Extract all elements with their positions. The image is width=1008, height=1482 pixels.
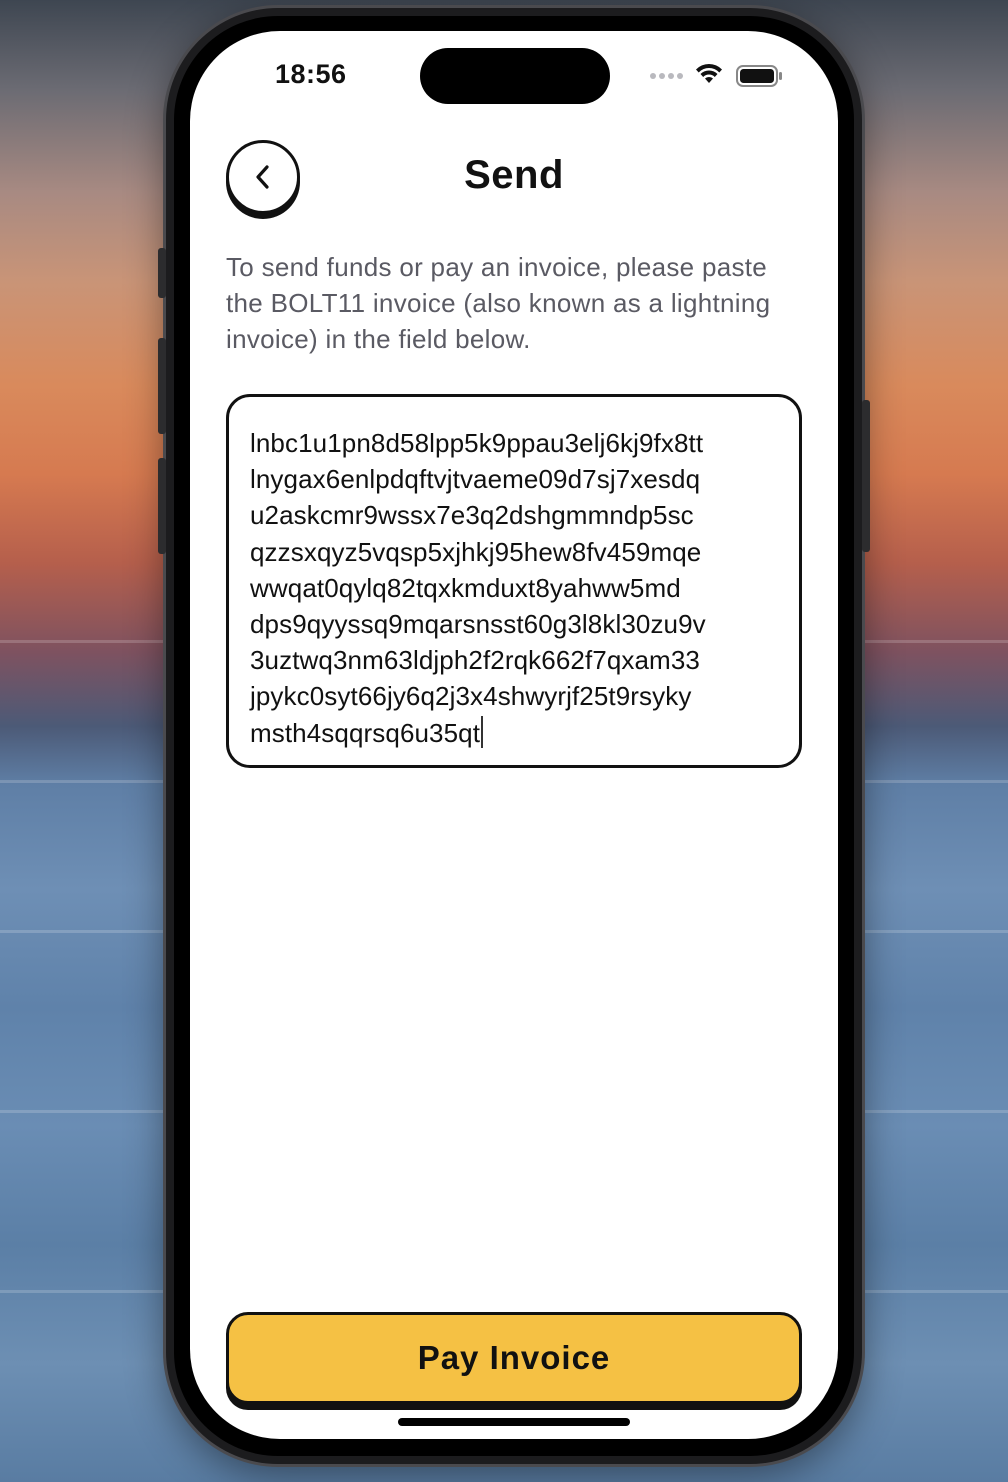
invoice-line: qzzsxqyz5vqsp5xjhkj95hew8fv459mqe — [250, 536, 702, 567]
invoice-line: dps9qyyssq9mqarsnsst60g3l8kl30zu9v — [250, 609, 706, 640]
volume-up-button — [158, 338, 166, 434]
status-time: 18:56 — [275, 59, 347, 89]
battery-icon — [736, 65, 782, 87]
invoice-input[interactable]: lnbc1u1pn8d58lpp5k9ppau3elj6kj9fx8tt lny… — [226, 394, 802, 768]
invoice-line: lnygax6enlpdqftvjtvaeme09d7sj7xesdq — [250, 464, 701, 495]
text-caret — [481, 715, 484, 748]
pay-invoice-button[interactable]: Pay Invoice — [226, 1312, 802, 1404]
invoice-line: lnbc1u1pn8d58lpp5k9ppau3elj6kj9fx8tt — [250, 428, 704, 458]
instructions-text: To send funds or pay an invoice, please … — [226, 252, 771, 354]
invoice-line: msth4sqqrsq6u35qt — [250, 717, 481, 748]
dynamic-island — [420, 48, 610, 104]
invoice-line: 3uztwq3nm63ldjph2f2rqk662f7qxam33 — [250, 645, 700, 676]
invoice-input-value: lnbc1u1pn8d58lpp5k9ppau3elj6kj9fx8tt lny… — [250, 425, 780, 751]
home-indicator[interactable] — [398, 1418, 630, 1426]
wifi-icon — [696, 63, 722, 83]
pay-invoice-label: Pay Invoice — [417, 1339, 611, 1376]
power-button — [862, 400, 870, 552]
signal-dots-icon — [650, 73, 686, 81]
app-screen: 18:56 Send To send funds or pay an invoi… — [190, 31, 838, 1439]
volume-down-button — [158, 458, 166, 554]
mute-switch — [158, 248, 166, 298]
page-title: Send — [464, 153, 564, 197]
invoice-line: wwqat0qylq82tqxkmduxt8yahww5md — [250, 572, 681, 603]
invoice-line-last: msth4sqqrsq6u35qt — [250, 715, 780, 751]
invoice-line: u2askcmr9wssx7e3q2dshgmmndp5sc — [250, 500, 694, 531]
invoice-line: jpykc0syt66jy6q2j3x4shwyrjf25t9rsyky — [250, 681, 692, 712]
